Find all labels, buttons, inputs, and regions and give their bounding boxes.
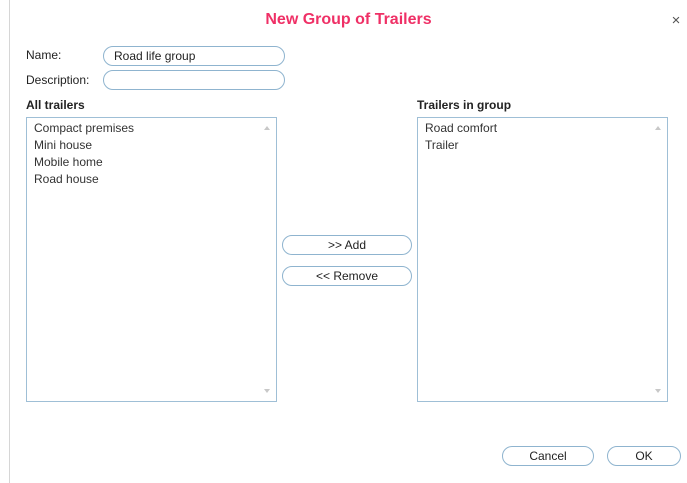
ok-button[interactable]: OK <box>607 446 681 466</box>
name-label: Name: <box>26 48 62 62</box>
chevron-up-icon[interactable] <box>264 126 270 130</box>
list-item[interactable]: Road house <box>34 171 134 188</box>
add-button[interactable]: >> Add <box>282 235 412 255</box>
all-trailers-heading: All trailers <box>26 98 85 112</box>
chevron-down-icon[interactable] <box>264 389 270 393</box>
remove-button[interactable]: << Remove <box>282 266 412 286</box>
all-trailers-items: Compact premises Mini house Mobile home Roa… <box>34 120 134 188</box>
all-trailers-list[interactable]: Compact premises Mini house Mobile home Roa… <box>26 117 277 402</box>
group-trailers-list[interactable]: Road comfort Trailer <box>417 117 668 402</box>
chevron-down-icon[interactable] <box>655 389 661 393</box>
dialog-title: New Group of Trailers <box>265 11 432 28</box>
scrollbar[interactable] <box>259 118 276 401</box>
group-trailers-items: Road comfort Trailer <box>425 120 497 154</box>
description-input[interactable] <box>103 70 285 90</box>
new-group-dialog: New Group of Trailers × Name: Descriptio… <box>9 0 687 483</box>
description-label: Description: <box>26 73 90 87</box>
list-item[interactable]: Trailer <box>425 137 497 154</box>
group-trailers-heading: Trailers in group <box>417 98 512 112</box>
scrollbar[interactable] <box>650 118 667 401</box>
close-icon[interactable]: × <box>669 13 683 28</box>
list-item[interactable]: Mobile home <box>34 154 134 171</box>
cancel-button[interactable]: Cancel <box>502 446 594 466</box>
list-item[interactable]: Compact premises <box>34 120 134 137</box>
list-item[interactable]: Road comfort <box>425 120 497 137</box>
chevron-up-icon[interactable] <box>655 126 661 130</box>
name-input[interactable] <box>103 46 285 66</box>
list-item[interactable]: Mini house <box>34 137 134 154</box>
